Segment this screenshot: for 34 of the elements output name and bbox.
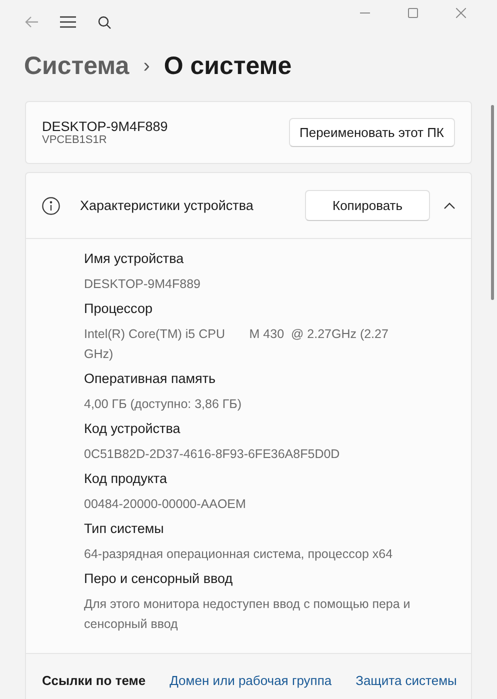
spec-value: Для этого монитора недоступен ввод с помощью пера и сенсорный ввод <box>84 596 412 633</box>
spec-value: 64-разрядная операционная система, процессор x64 <box>84 546 394 563</box>
spec-value: 0C51B82D-2D37-4616-8F93-6FE36A8F5D0D <box>84 446 341 463</box>
spec-value: 4,00 ГБ (доступно: 3,86 ГБ) <box>84 396 243 413</box>
menu-icon[interactable] <box>60 16 76 28</box>
minimize-icon[interactable] <box>360 12 370 14</box>
related-title: Ссылки по теме <box>42 672 146 688</box>
spec-label: Код устройства <box>84 420 182 438</box>
copy-button[interactable]: Копировать <box>305 190 430 221</box>
rename-button[interactable]: Переименовать этот ПК <box>288 118 455 147</box>
related-link[interactable]: Домен или рабочая группа <box>170 672 332 688</box>
spec-label: Код продукта <box>84 470 168 488</box>
chevron-icon[interactable] <box>444 202 455 209</box>
spec-label: Имя устройства <box>84 250 185 268</box>
spec-value: 00484-20000-00000-AAOEM <box>84 496 247 513</box>
search-icon[interactable] <box>98 16 110 28</box>
device-model: VPCEB1S1R <box>42 134 108 146</box>
info-icon <box>42 196 60 214</box>
page-title: О системе <box>164 52 292 80</box>
spec-label: Процессор <box>84 300 154 318</box>
breadcrumb-link[interactable]: Система <box>24 52 130 80</box>
device-name: DESKTOP-9M4F889 <box>42 119 169 134</box>
spec-value: Intel(R) Core(TM) i5 CPU M 430 @ 2.27GHz (2.27 GHz) <box>84 326 390 363</box>
back-icon[interactable] <box>25 16 39 28</box>
section-title: Характеристики устройства <box>80 198 254 213</box>
spec-value: DESKTOP-9M4F889 <box>84 276 202 293</box>
scrollbar-thumb[interactable] <box>491 105 494 300</box>
related-link[interactable]: Защита системы <box>356 672 457 688</box>
spec-label: Перо и сенсорный ввод <box>84 570 234 588</box>
spec-label: Тип системы <box>84 520 165 538</box>
close-icon[interactable] <box>456 8 466 18</box>
breadcrumb-separator: › <box>143 54 150 78</box>
maximize-icon[interactable] <box>408 8 418 18</box>
spec-label: Оперативная память <box>84 370 217 388</box>
